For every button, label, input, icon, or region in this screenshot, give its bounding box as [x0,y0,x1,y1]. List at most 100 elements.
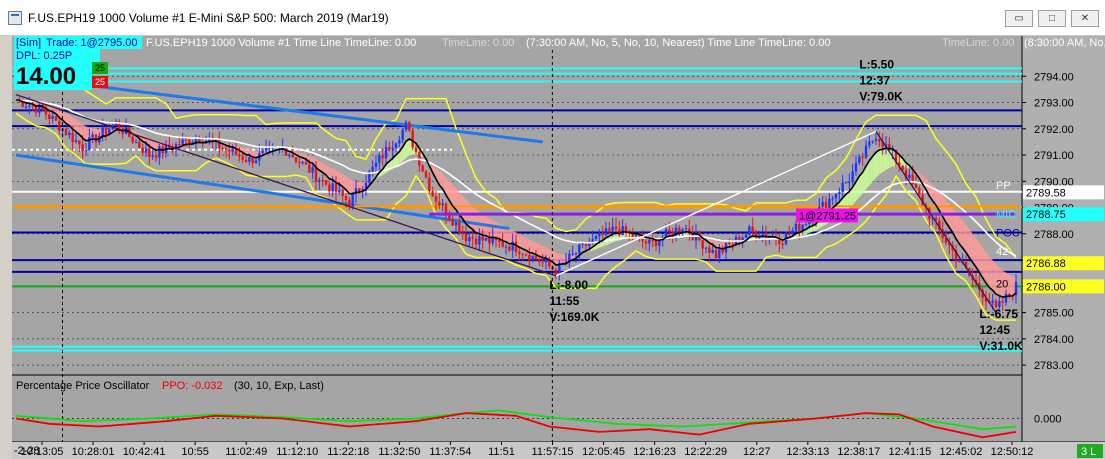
candle-body [458,222,461,233]
dpl-box2: 25 [95,77,105,87]
x-tick-label: 10:42:41 [123,446,166,458]
x-tick-label: 11:57:15 [532,446,574,458]
level-label: 20 [996,279,1008,291]
candle-body [531,255,534,261]
swing-label-line: 12:45 [979,323,1010,337]
candle-body [154,155,158,158]
maximize-button[interactable]: □ [1038,10,1066,27]
candle-body [711,250,714,253]
candle-body [228,149,231,152]
candle-body [878,138,881,142]
candle-body [594,236,598,240]
candle-body [501,241,504,247]
candle-body [44,109,48,115]
candle-body [681,229,684,232]
candle-body [298,161,301,163]
candle-body [1008,293,1011,295]
chart-app-icon [8,11,22,25]
candle-body [541,262,544,264]
status-label: 3 L [1081,446,1096,458]
candle-body [181,139,184,146]
x-tick-label: 12:05:45 [582,446,625,458]
candle [64,127,68,136]
candle-body [794,223,798,231]
candle-body [534,255,538,260]
y-tick-label: 2788.00 [1034,229,1074,241]
candle-body [851,171,854,182]
candle-body [728,242,731,245]
candle-body [834,194,838,199]
ma-cloud-segment [1009,274,1013,297]
candle-body [1004,293,1008,303]
candle-body [798,223,801,231]
candle-body [141,147,144,153]
candle-body [74,140,78,143]
candle-body [614,226,618,230]
candle-body [384,147,388,159]
candle-body [58,120,61,131]
candle-body [48,114,51,120]
candle-body [914,184,918,188]
candle-body [134,141,138,143]
candle-body [474,238,478,245]
candle-body [54,116,58,121]
candle-body [621,226,624,236]
candle-body [461,232,464,234]
candle-body [521,254,524,256]
candle-body [434,196,438,202]
candle-body [374,162,378,167]
candle-body [644,241,648,244]
x-tick-label: 11:12:10 [276,446,318,458]
candle-body [648,239,651,244]
y-tick-label: 2793.00 [1034,98,1074,110]
x-tick-label: 10:28:01 [72,446,115,458]
candle-body [958,260,961,263]
swing-label-line: V:169.0K [549,310,599,324]
candle-body [498,240,501,242]
candle-body [78,140,81,145]
x-tick-label: 11:02:49 [225,446,267,458]
candle-body [554,269,558,276]
close-button[interactable]: ✕ [1071,10,1099,27]
candle-body [714,250,718,258]
candle-body [104,127,108,135]
candle-body [861,156,864,158]
candle-body [358,188,361,191]
candle-body [321,180,324,182]
ma-cloud-segment [509,229,513,244]
candle-body [178,144,181,146]
candle-body [131,136,134,143]
candle-body [704,247,708,249]
swing-label-line: L:-8.00 [549,278,588,292]
dpl-box1: 25 [95,63,105,73]
candle [408,120,411,132]
candle-body [868,141,871,146]
window-titlebar: F.US.EPH19 1000 Volume #1 E-Mini S&P 500… [0,0,1105,36]
candle-body [451,219,454,226]
price-badge-label: 2786.00 [1026,281,1066,293]
candle-body [538,259,541,263]
candle-body [678,227,681,232]
ma-cloud-segment [349,179,353,194]
header-info-dim: TimeLine: 0.00 [442,37,514,49]
y-tick-label: 2783.00 [1034,360,1074,372]
candle-body [744,234,748,238]
candle-body [431,191,434,197]
price-chart-svg[interactable]: [Sim] Trade: 1@2795.00 F.US.EPH19 1000 Vol… [12,36,1105,459]
minimize-button[interactable]: ▭ [1005,10,1033,27]
candle-body [414,147,418,152]
candle-body [378,155,381,163]
x-tick-label: 12:38:17 [837,446,880,458]
candle-body [401,129,404,141]
oscillator-zero-label: 0.000 [1034,413,1062,425]
chart-area[interactable]: [Sim] Trade: 1@2795.00 F.US.EPH19 1000 Vol… [12,36,1105,459]
candle-body [848,181,851,183]
candle-body [684,228,688,230]
swing-label-line: 12:37 [859,73,890,87]
candle-body [351,194,354,207]
candle-body [718,249,721,258]
price-badge-label: 2789.58 [1026,187,1066,199]
swing-label-line: L:-6.75 [979,307,1018,321]
candle-body [838,192,841,195]
candle-body [864,145,868,158]
